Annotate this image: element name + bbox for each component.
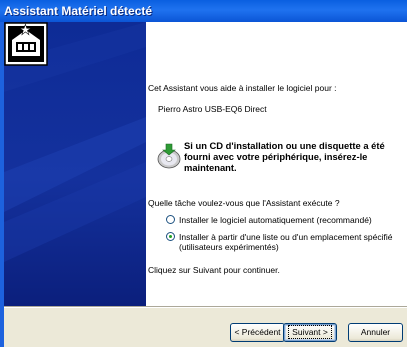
instruction-text: Cliquez sur Suivant pour continuer. [148,265,280,275]
next-button-label: Suivant > [288,325,332,339]
radio-install-from-list[interactable] [166,232,175,241]
device-name: Pierro Astro USB-EQ6 Direct [158,104,267,114]
radio-install-automatic[interactable] [166,215,175,224]
radio-install-automatic-label[interactable]: Installer le logiciel automatiquement (r… [179,215,372,225]
wizard-side-panel [4,22,146,306]
question-text: Quelle tâche voulez-vous que l'Assistant… [148,198,340,208]
title-bar[interactable]: Assistant Matériel détecté [0,0,407,22]
wizard-content: Cet Assistant vous aide à installer le l… [146,22,407,306]
cd-prompt-line3: maintenant. [184,162,237,173]
radio-install-from-list-label-line2: (utilisateurs expérimentés) [179,242,279,252]
hardware-card-icon [4,22,48,66]
next-button[interactable]: Suivant > [283,323,337,342]
cd-prompt-line2: fourni avec votre périphérique, insérez-… [184,151,368,162]
radio-install-from-list-label-line1: Installer à partir d'une liste ou d'un e… [179,232,393,242]
back-button[interactable]: < Précédent [230,323,285,342]
button-bar: < Précédent Suivant > Annuler [4,308,407,347]
cancel-button[interactable]: Annuler [348,323,403,342]
cd-disc-icon [157,143,181,169]
cd-prompt-line1: Si un CD d'installation ou une disquette… [184,140,385,151]
window-title: Assistant Matériel détecté [4,4,153,18]
cd-prompt: Si un CD d'installation ou une disquette… [184,140,404,173]
radio-install-from-list-label[interactable]: Installer à partir d'une liste ou d'un e… [179,232,393,252]
intro-text: Cet Assistant vous aide à installer le l… [148,83,337,93]
